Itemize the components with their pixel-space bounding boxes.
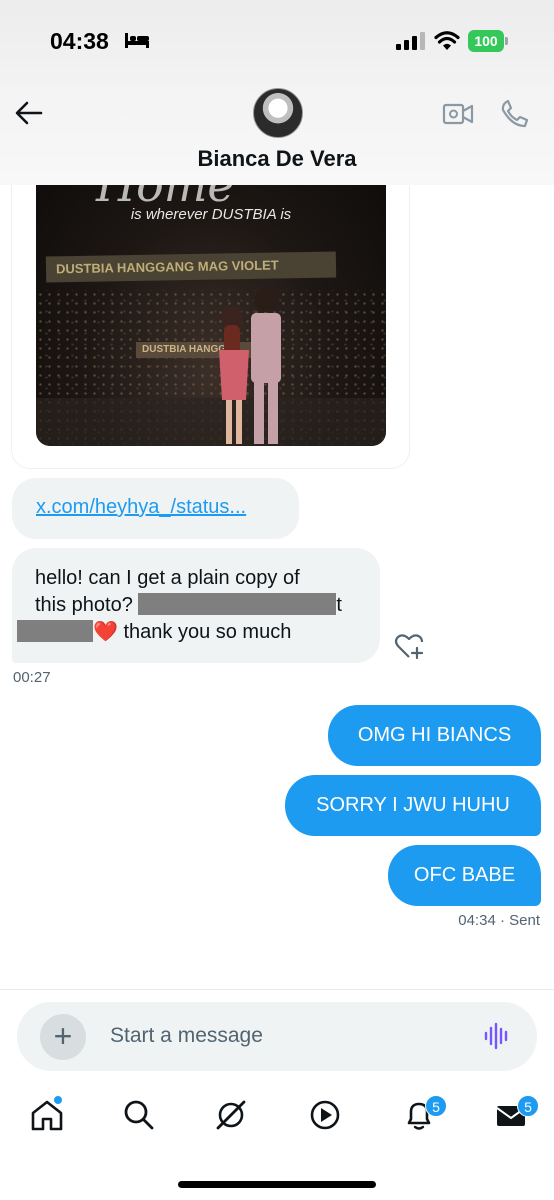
video-tab-icon[interactable] bbox=[308, 1098, 342, 1132]
battery-icon: 100 bbox=[468, 30, 508, 52]
home-unread-dot bbox=[53, 1095, 63, 1105]
notifications-badge: 5 bbox=[425, 1095, 447, 1117]
redacted-text bbox=[17, 620, 93, 642]
contact-avatar[interactable] bbox=[253, 88, 303, 138]
incoming-message-bubble[interactable]: hello! can I get a plain copy of this ph… bbox=[12, 548, 380, 663]
battery-level: 100 bbox=[468, 30, 504, 52]
post-link[interactable]: x.com/heyhya_/status... bbox=[36, 496, 246, 519]
composer-divider bbox=[0, 989, 554, 990]
wifi-icon bbox=[434, 31, 460, 50]
sent-status: · Sent bbox=[499, 912, 540, 929]
add-reaction-icon[interactable] bbox=[393, 632, 425, 660]
grok-icon[interactable] bbox=[214, 1098, 248, 1132]
home-indicator bbox=[178, 1181, 376, 1188]
outgoing-message-bubble[interactable]: SORRY I JWU HUHU bbox=[285, 775, 541, 836]
status-time: 04:38 bbox=[50, 28, 109, 54]
heart-emoji: ❤️ bbox=[93, 621, 118, 643]
back-arrow-icon[interactable] bbox=[14, 99, 44, 127]
search-icon[interactable] bbox=[122, 1098, 156, 1132]
incoming-message-text: hello! can I get a plain copy of this ph… bbox=[17, 565, 365, 646]
outgoing-timestamp: 04:34 · Sent bbox=[458, 912, 540, 929]
message-composer[interactable]: + Start a message bbox=[17, 1002, 537, 1071]
header-bar: 04:38 100 Bianca De Vera bbox=[0, 0, 554, 185]
cellular-signal-icon bbox=[396, 32, 425, 50]
performers-illustration bbox=[36, 288, 386, 446]
add-attachment-button[interactable]: + bbox=[40, 1014, 86, 1060]
messages-badge: 5 bbox=[517, 1095, 539, 1117]
shared-post-image[interactable]: Home is wherever DUSTBIA is DUSTBIA HANG… bbox=[36, 150, 386, 446]
contact-name[interactable]: Bianca De Vera bbox=[0, 146, 554, 172]
link-bubble[interactable]: x.com/heyhya_/status... bbox=[12, 478, 299, 539]
message-input[interactable]: Start a message bbox=[110, 1024, 263, 1048]
redacted-text bbox=[232, 593, 337, 615]
voice-message-icon[interactable] bbox=[483, 1022, 511, 1050]
phone-call-icon[interactable] bbox=[500, 98, 530, 128]
video-call-icon[interactable] bbox=[442, 100, 474, 128]
incoming-timestamp: 00:27 bbox=[13, 669, 51, 686]
redacted-text bbox=[138, 593, 233, 615]
sleep-focus-icon bbox=[125, 33, 149, 48]
outgoing-message-bubble[interactable]: OFC BABE bbox=[388, 845, 541, 906]
outgoing-message-bubble[interactable]: OMG HI BIANCS bbox=[328, 705, 541, 766]
